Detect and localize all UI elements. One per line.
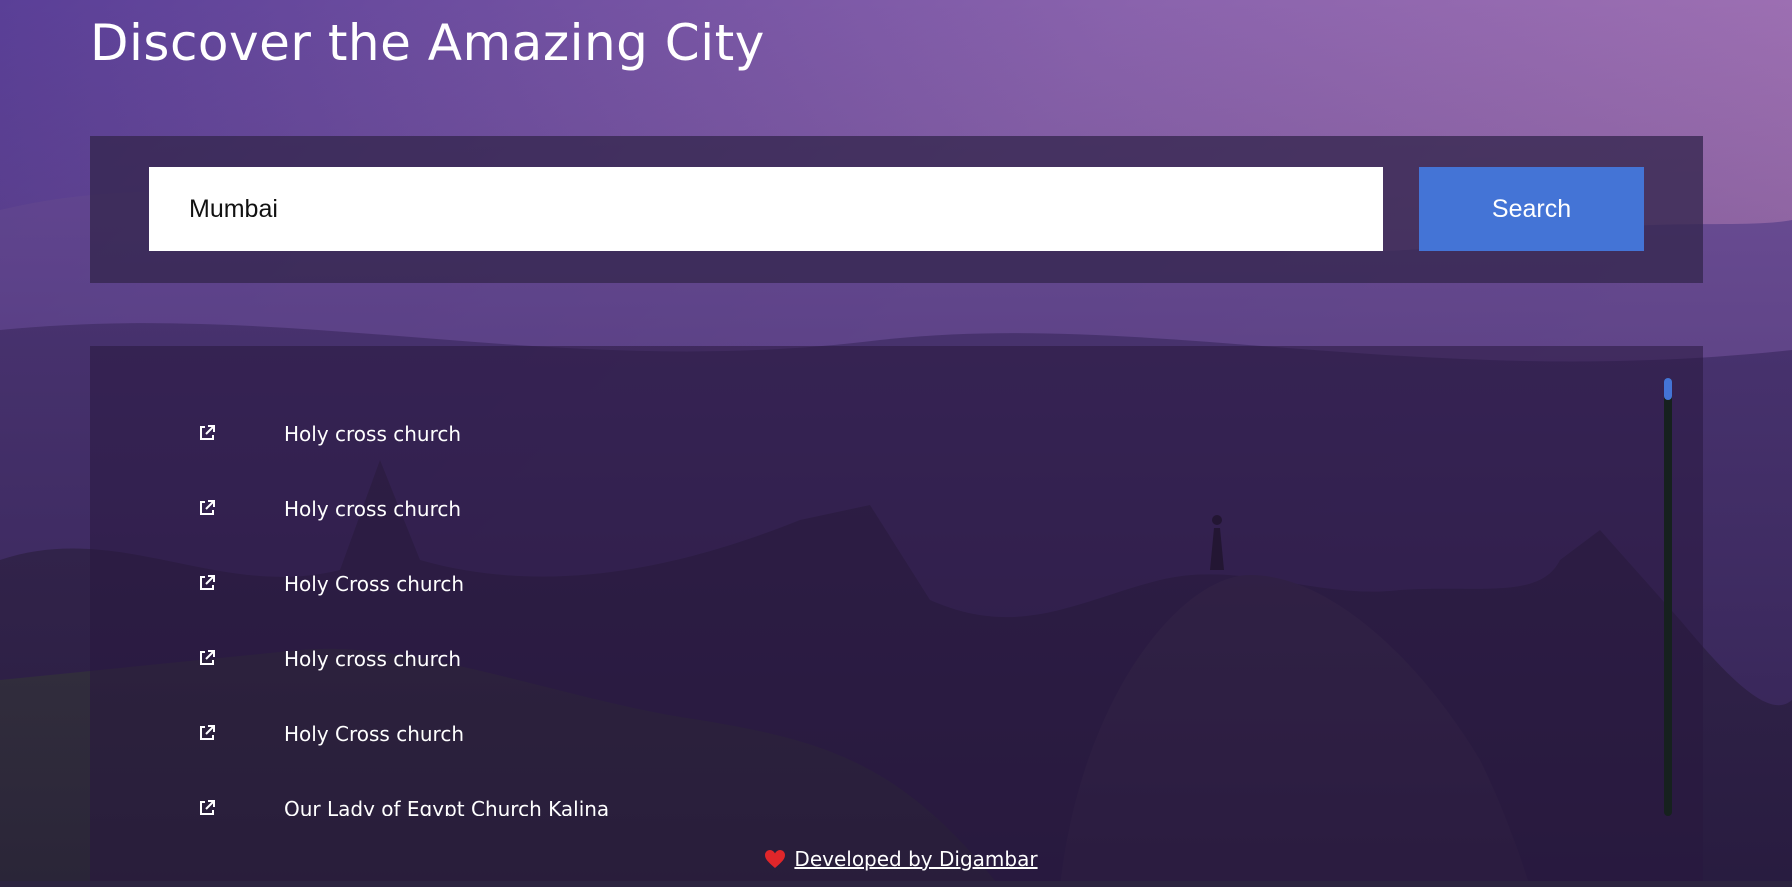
results-list[interactable]: Holy cross church Holy cross church Holy… — [90, 346, 1660, 816]
external-link-icon[interactable] — [198, 499, 216, 517]
list-item[interactable]: Holy cross church — [90, 497, 1590, 539]
external-link-icon[interactable] — [198, 574, 216, 592]
results-scrollbar[interactable] — [1664, 378, 1672, 816]
result-link[interactable]: Holy cross church — [284, 647, 461, 671]
list-item[interactable]: Holy cross church — [90, 422, 1590, 464]
results-panel: Holy cross church Holy cross church Holy… — [90, 346, 1703, 887]
result-link[interactable]: Holy Cross church — [284, 572, 464, 596]
developer-link[interactable]: Developed by Digambar — [794, 847, 1037, 871]
list-item[interactable]: Our Lady of Egypt Church Kalina — [90, 797, 1590, 816]
external-link-icon[interactable] — [198, 799, 216, 816]
page-title: Discover the Amazing City — [90, 14, 765, 72]
result-link[interactable]: Our Lady of Egypt Church Kalina — [284, 797, 609, 816]
result-link[interactable]: Holy cross church — [284, 422, 461, 446]
heart-icon — [765, 850, 786, 868]
external-link-icon[interactable] — [198, 424, 216, 442]
search-input[interactable] — [149, 167, 1383, 251]
footer: Developed by Digambar — [0, 847, 1792, 877]
result-link[interactable]: Holy Cross church — [284, 722, 464, 746]
result-link[interactable]: Holy cross church — [284, 497, 461, 521]
bottom-edge — [0, 881, 1792, 887]
search-panel: Search — [90, 136, 1703, 283]
list-item[interactable]: Holy Cross church — [90, 722, 1590, 764]
list-item[interactable]: Holy cross church — [90, 647, 1590, 689]
search-button[interactable]: Search — [1419, 167, 1644, 251]
external-link-icon[interactable] — [198, 724, 216, 742]
list-item[interactable]: Holy Cross church — [90, 572, 1590, 614]
external-link-icon[interactable] — [198, 649, 216, 667]
scrollbar-thumb[interactable] — [1664, 378, 1672, 400]
